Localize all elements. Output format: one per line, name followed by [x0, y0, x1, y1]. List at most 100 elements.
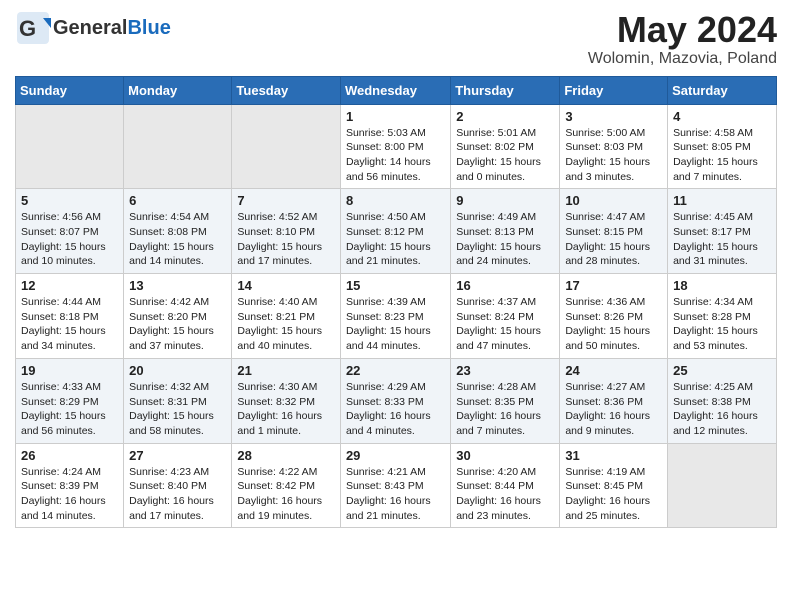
table-row: 18 Sunrise: 4:34 AM Sunset: 8:28 PM Dayli…	[668, 274, 777, 359]
col-sunday: Sunday	[16, 76, 124, 104]
day-number: 4	[673, 109, 771, 124]
logo-icon: G	[15, 10, 51, 46]
page: G GeneralBlue May 2024 Wolomin, Mazovia,…	[0, 0, 792, 543]
logo: G GeneralBlue	[15, 10, 171, 46]
day-number: 25	[673, 363, 771, 378]
table-row: 23 Sunrise: 4:28 AM Sunset: 8:35 PM Dayli…	[451, 358, 560, 443]
table-row: 22 Sunrise: 4:29 AM Sunset: 8:33 PM Dayli…	[340, 358, 450, 443]
table-row: 7Sunrise: 4:52 AM Sunset: 8:10 PM Daylig…	[232, 189, 341, 274]
calendar-subtitle: Wolomin, Mazovia, Poland	[588, 50, 777, 68]
table-row	[16, 104, 124, 189]
day-number: 16	[456, 278, 554, 293]
day-number: 10	[565, 193, 662, 208]
day-number: 28	[237, 448, 335, 463]
day-number: 1	[346, 109, 445, 124]
table-row: 2 Sunrise: 5:01 AM Sunset: 8:02 PM Daylig…	[451, 104, 560, 189]
col-tuesday: Tuesday	[232, 76, 341, 104]
day-info: Sunrise: 4:52 AM Sunset: 8:10 PM Dayligh…	[237, 210, 335, 269]
day-info: Sunrise: 4:45 AM Sunset: 8:17 PM Dayligh…	[673, 210, 771, 269]
table-row: 24 Sunrise: 4:27 AM Sunset: 8:36 PM Dayli…	[560, 358, 668, 443]
calendar-header-row: Sunday Monday Tuesday Wednesday Thursday…	[16, 76, 777, 104]
calendar-week-row: 1Sunrise: 5:03 AM Sunset: 8:00 PM Daylig…	[16, 104, 777, 189]
day-number: 12	[21, 278, 118, 293]
day-info: Sunrise: 4:50 AM Sunset: 8:12 PM Dayligh…	[346, 210, 445, 269]
table-row: 3 Sunrise: 5:00 AM Sunset: 8:03 PM Daylig…	[560, 104, 668, 189]
day-info: Sunrise: 4:47 AM Sunset: 8:15 PM Dayligh…	[565, 210, 662, 269]
table-row: 30 Sunrise: 4:20 AM Sunset: 8:44 PM Dayli…	[451, 443, 560, 528]
day-number: 3	[565, 109, 662, 124]
day-info: Sunrise: 4:19 AM Sunset: 8:45 PM Dayligh…	[565, 465, 662, 524]
day-number: 27	[129, 448, 226, 463]
day-number: 30	[456, 448, 554, 463]
table-row: 19Sunrise: 4:33 AM Sunset: 8:29 PM Dayli…	[16, 358, 124, 443]
table-row: 26Sunrise: 4:24 AM Sunset: 8:39 PM Dayli…	[16, 443, 124, 528]
table-row: 20 Sunrise: 4:32 AM Sunset: 8:31 PM Dayli…	[124, 358, 232, 443]
table-row: 8 Sunrise: 4:50 AM Sunset: 8:12 PM Daylig…	[340, 189, 450, 274]
table-row: 25 Sunrise: 4:25 AM Sunset: 8:38 PM Dayli…	[668, 358, 777, 443]
day-number: 15	[346, 278, 445, 293]
day-info: Sunrise: 4:25 AM Sunset: 8:38 PM Dayligh…	[673, 380, 771, 439]
table-row: 21 Sunrise: 4:30 AM Sunset: 8:32 PM Dayli…	[232, 358, 341, 443]
day-number: 5	[21, 193, 118, 208]
day-number: 2	[456, 109, 554, 124]
day-number: 17	[565, 278, 662, 293]
title-area: May 2024 Wolomin, Mazovia, Poland	[588, 10, 777, 68]
table-row: 17 Sunrise: 4:36 AM Sunset: 8:26 PM Dayli…	[560, 274, 668, 359]
day-info: Sunrise: 4:56 AM Sunset: 8:07 PM Dayligh…	[21, 210, 118, 269]
table-row	[668, 443, 777, 528]
day-info: Sunrise: 4:28 AM Sunset: 8:35 PM Dayligh…	[456, 380, 554, 439]
day-number: 18	[673, 278, 771, 293]
day-number: 13	[129, 278, 226, 293]
day-info: Sunrise: 5:01 AM Sunset: 8:02 PM Dayligh…	[456, 126, 554, 185]
day-info: Sunrise: 4:29 AM Sunset: 8:33 PM Dayligh…	[346, 380, 445, 439]
table-row: 6 Sunrise: 4:54 AM Sunset: 8:08 PM Daylig…	[124, 189, 232, 274]
day-number: 21	[237, 363, 335, 378]
day-info: Sunrise: 4:33 AM Sunset: 8:29 PM Dayligh…	[21, 380, 118, 439]
day-number: 20	[129, 363, 226, 378]
day-info: Sunrise: 4:22 AM Sunset: 8:42 PM Dayligh…	[237, 465, 335, 524]
table-row: 9Sunrise: 4:49 AM Sunset: 8:13 PM Daylig…	[451, 189, 560, 274]
table-row	[232, 104, 341, 189]
table-row: 28 Sunrise: 4:22 AM Sunset: 8:42 PM Dayli…	[232, 443, 341, 528]
day-info: Sunrise: 4:30 AM Sunset: 8:32 PM Dayligh…	[237, 380, 335, 439]
day-info: Sunrise: 4:20 AM Sunset: 8:44 PM Dayligh…	[456, 465, 554, 524]
table-row: 15 Sunrise: 4:39 AM Sunset: 8:23 PM Dayli…	[340, 274, 450, 359]
day-number: 11	[673, 193, 771, 208]
calendar-title: May 2024	[588, 10, 777, 50]
day-number: 6	[129, 193, 226, 208]
header: G GeneralBlue May 2024 Wolomin, Mazovia,…	[15, 10, 777, 68]
table-row: 4Sunrise: 4:58 AM Sunset: 8:05 PM Daylig…	[668, 104, 777, 189]
table-row: 10 Sunrise: 4:47 AM Sunset: 8:15 PM Dayli…	[560, 189, 668, 274]
day-info: Sunrise: 4:36 AM Sunset: 8:26 PM Dayligh…	[565, 295, 662, 354]
day-number: 26	[21, 448, 118, 463]
day-info: Sunrise: 4:32 AM Sunset: 8:31 PM Dayligh…	[129, 380, 226, 439]
day-info: Sunrise: 4:42 AM Sunset: 8:20 PM Dayligh…	[129, 295, 226, 354]
calendar-week-row: 12 Sunrise: 4:44 AM Sunset: 8:18 PM Dayli…	[16, 274, 777, 359]
day-number: 8	[346, 193, 445, 208]
calendar-week-row: 5 Sunrise: 4:56 AM Sunset: 8:07 PM Daylig…	[16, 189, 777, 274]
day-number: 9	[456, 193, 554, 208]
day-info: Sunrise: 4:39 AM Sunset: 8:23 PM Dayligh…	[346, 295, 445, 354]
table-row: 14 Sunrise: 4:40 AM Sunset: 8:21 PM Dayli…	[232, 274, 341, 359]
col-thursday: Thursday	[451, 76, 560, 104]
day-info: Sunrise: 4:27 AM Sunset: 8:36 PM Dayligh…	[565, 380, 662, 439]
day-info: Sunrise: 4:34 AM Sunset: 8:28 PM Dayligh…	[673, 295, 771, 354]
col-saturday: Saturday	[668, 76, 777, 104]
table-row: 12 Sunrise: 4:44 AM Sunset: 8:18 PM Dayli…	[16, 274, 124, 359]
day-info: Sunrise: 4:21 AM Sunset: 8:43 PM Dayligh…	[346, 465, 445, 524]
day-number: 14	[237, 278, 335, 293]
day-info: Sunrise: 5:00 AM Sunset: 8:03 PM Dayligh…	[565, 126, 662, 185]
day-info: Sunrise: 4:54 AM Sunset: 8:08 PM Dayligh…	[129, 210, 226, 269]
table-row: 29Sunrise: 4:21 AM Sunset: 8:43 PM Dayli…	[340, 443, 450, 528]
day-info: Sunrise: 4:40 AM Sunset: 8:21 PM Dayligh…	[237, 295, 335, 354]
table-row: 16 Sunrise: 4:37 AM Sunset: 8:24 PM Dayli…	[451, 274, 560, 359]
day-number: 24	[565, 363, 662, 378]
calendar-week-row: 19Sunrise: 4:33 AM Sunset: 8:29 PM Dayli…	[16, 358, 777, 443]
table-row: 5 Sunrise: 4:56 AM Sunset: 8:07 PM Daylig…	[16, 189, 124, 274]
day-info: Sunrise: 4:44 AM Sunset: 8:18 PM Dayligh…	[21, 295, 118, 354]
col-monday: Monday	[124, 76, 232, 104]
day-number: 22	[346, 363, 445, 378]
calendar-week-row: 26Sunrise: 4:24 AM Sunset: 8:39 PM Dayli…	[16, 443, 777, 528]
day-number: 23	[456, 363, 554, 378]
day-info: Sunrise: 4:37 AM Sunset: 8:24 PM Dayligh…	[456, 295, 554, 354]
